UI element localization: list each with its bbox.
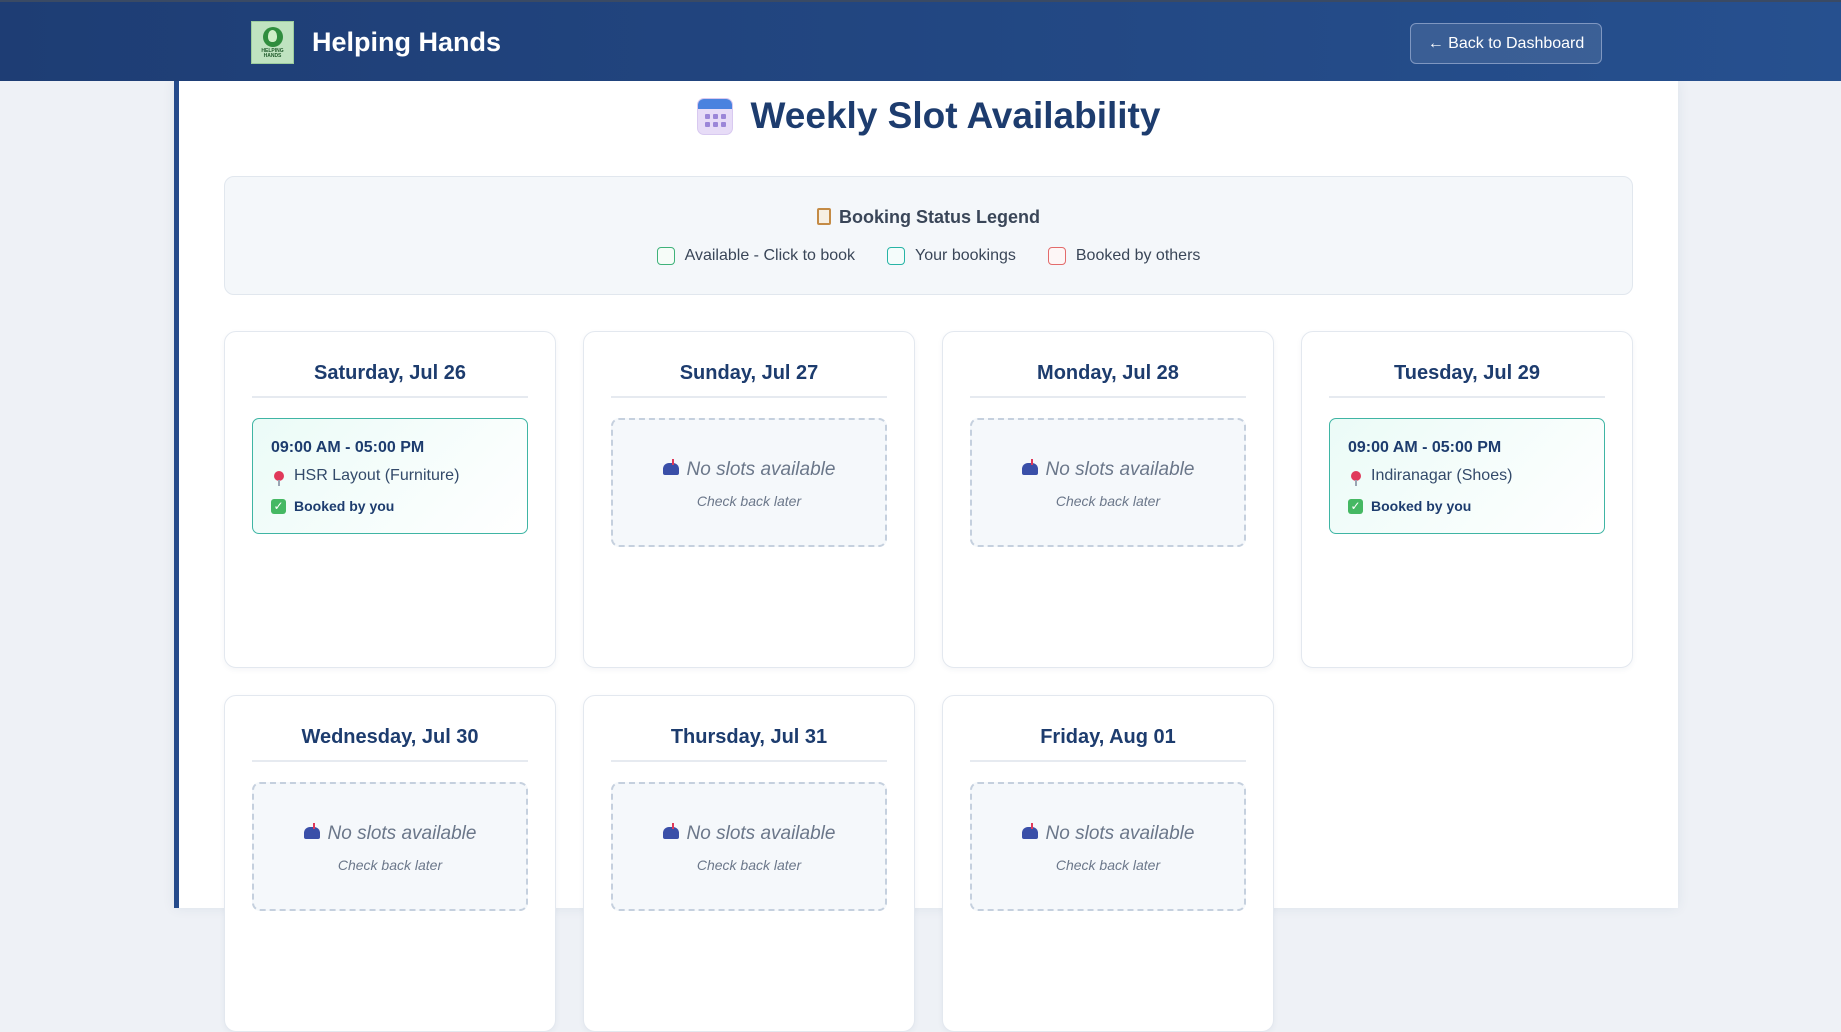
main-panel: Weekly Slot Availability Booking Status … [174, 81, 1678, 1032]
booking-status-legend: Booking Status Legend Available - Click … [224, 176, 1633, 295]
no-slots-label: No slots available [686, 459, 836, 480]
globe-icon [262, 26, 283, 47]
check-icon: ✓ [271, 498, 286, 514]
legend-title: Booking Status Legend [225, 207, 1632, 228]
available-swatch [656, 247, 675, 265]
legend-item-available: Available - Click to book [656, 247, 856, 265]
no-slots-placeholder: No slots available Check back later [252, 782, 528, 911]
day-card: Saturday, Jul 26 09:00 AM - 05:00 PM HSR… [224, 331, 556, 668]
check-back-text: Check back later [696, 493, 802, 509]
no-slots-placeholder: No slots available Check back later [970, 782, 1246, 911]
slot-booked-by-you[interactable]: 09:00 AM - 05:00 PM Indiranagar (Shoes) … [1329, 418, 1605, 534]
day-title: Friday, Aug 01 [970, 726, 1246, 762]
slot-location-text: HSR Layout (Furniture) [294, 467, 460, 484]
slot-status-text: Booked by you [294, 498, 395, 514]
no-slots-label: No slots available [1045, 459, 1195, 480]
brand[interactable]: HELPING HANDS Helping Hands [251, 21, 501, 64]
no-slots-label: No slots available [327, 823, 477, 844]
no-slots-placeholder: No slots available Check back later [611, 418, 887, 547]
your-bookings-swatch [887, 247, 906, 265]
page-title-text: Weekly Slot Availability [750, 95, 1161, 136]
check-back-text: Check back later [337, 857, 443, 873]
day-card: Friday, Aug 01 No slots available Check … [942, 695, 1274, 1032]
check-back-text: Check back later [1055, 857, 1161, 873]
calendar-icon [696, 97, 733, 135]
brand-name: Helping Hands [312, 27, 502, 57]
mailbox-icon [662, 823, 679, 839]
clipboard-icon [816, 208, 831, 225]
day-card: Sunday, Jul 27 No slots available Check … [583, 331, 915, 668]
slot-status: ✓ Booked by you [271, 498, 394, 514]
legend-label: Booked by others [1075, 247, 1201, 264]
legend-item-booked-by-others: Booked by others [1047, 247, 1201, 265]
day-title: Monday, Jul 28 [970, 362, 1246, 398]
no-slots-text: No slots available [972, 823, 1244, 845]
slot-location-text: Indiranagar (Shoes) [1371, 467, 1513, 484]
no-slots-text: No slots available [613, 823, 885, 845]
day-card: Monday, Jul 28 No slots available Check … [942, 331, 1274, 668]
back-to-dashboard-button[interactable]: ← Back to Dashboard [1410, 23, 1602, 64]
pin-icon [274, 471, 284, 486]
legend-label: Available - Click to book [684, 247, 856, 264]
slot-time: 09:00 AM - 05:00 PM [271, 439, 425, 456]
check-back-text: Check back later [1055, 493, 1161, 509]
day-title: Saturday, Jul 26 [252, 362, 528, 398]
slot-status: ✓ Booked by you [1348, 498, 1471, 514]
slot-time: 09:00 AM - 05:00 PM [1348, 439, 1502, 456]
day-title: Wednesday, Jul 30 [252, 726, 528, 762]
day-title: Thursday, Jul 31 [611, 726, 887, 762]
legend-items: Available - Click to book Your bookings … [225, 247, 1632, 265]
logo-text: HELPING HANDS [261, 47, 284, 59]
slot-location: HSR Layout (Furniture) [271, 467, 460, 486]
check-back-text: Check back later [696, 857, 802, 873]
page-title: Weekly Slot Availability [179, 95, 1678, 137]
day-card: Thursday, Jul 31 No slots available Chec… [583, 695, 915, 1032]
no-slots-text: No slots available [613, 459, 885, 481]
no-slots-placeholder: No slots available Check back later [970, 418, 1246, 547]
slot-location: Indiranagar (Shoes) [1348, 467, 1513, 486]
day-card: Tuesday, Jul 29 09:00 AM - 05:00 PM Indi… [1301, 331, 1633, 668]
legend-label: Your bookings [915, 247, 1016, 264]
slot-status-text: Booked by you [1371, 498, 1472, 514]
mailbox-icon [662, 459, 679, 475]
slot-booked-by-you[interactable]: 09:00 AM - 05:00 PM HSR Layout (Furnitur… [252, 418, 528, 534]
mailbox-icon [303, 823, 320, 839]
legend-item-your-bookings: Your bookings [887, 247, 1016, 265]
no-slots-text: No slots available [972, 459, 1244, 481]
no-slots-text: No slots available [254, 823, 526, 845]
top-navbar: HELPING HANDS Helping Hands ← Back to Da… [0, 0, 1841, 81]
booked-by-others-swatch [1047, 247, 1066, 265]
no-slots-label: No slots available [686, 823, 836, 844]
legend-title-text: Booking Status Legend [838, 207, 1040, 227]
mailbox-icon [1021, 459, 1038, 475]
pin-icon [1351, 471, 1361, 486]
no-slots-label: No slots available [1045, 823, 1195, 844]
check-icon: ✓ [1348, 498, 1363, 514]
no-slots-placeholder: No slots available Check back later [611, 782, 887, 911]
logo: HELPING HANDS [251, 21, 294, 64]
day-title: Sunday, Jul 27 [611, 362, 887, 398]
mailbox-icon [1021, 823, 1038, 839]
day-title: Tuesday, Jul 29 [1329, 362, 1605, 398]
day-card: Wednesday, Jul 30 No slots available Che… [224, 695, 556, 1032]
